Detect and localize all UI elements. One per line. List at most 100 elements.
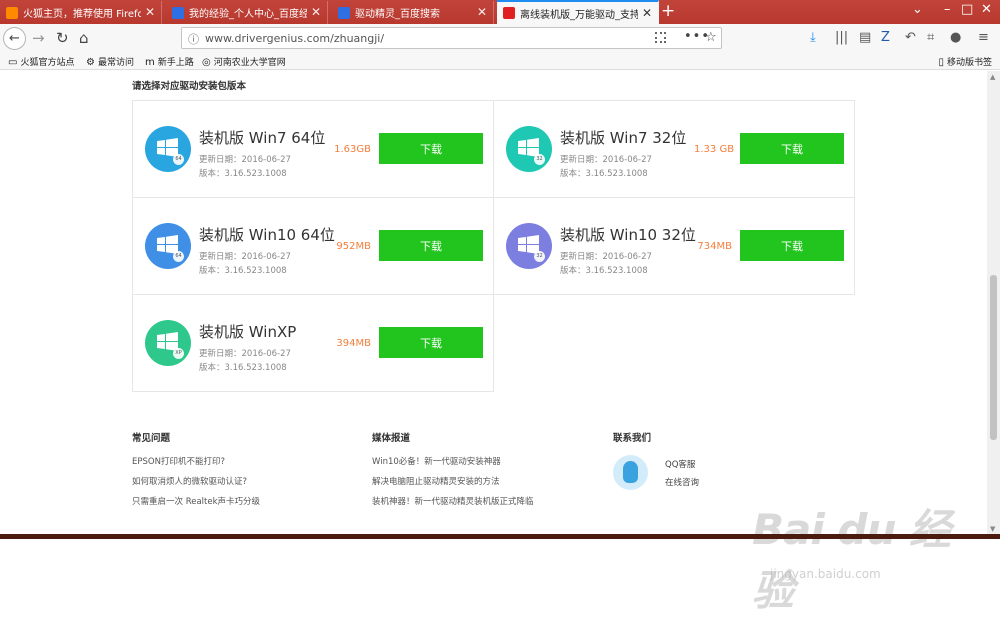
download-button[interactable]: 下载 [379, 327, 483, 358]
m-logo-icon: m [145, 57, 155, 68]
file-size: 734MB [697, 241, 732, 252]
version-text: 版本：3.16.523.1008 [560, 169, 648, 179]
page-content: 请选择对应驱动安装包版本 64 装机版 Win7 64位 更新日期：2016-0… [0, 71, 987, 615]
address-bar[interactable]: ⓘ www.drivergenius.com/zhuangji/ ••• ☆ [181, 27, 722, 49]
version-badge: XP [173, 348, 184, 359]
driver-card: 32 装机版 Win7 32位 更新日期：2016-06-27 版本：3.16.… [493, 100, 855, 198]
drivergenius-icon [503, 7, 515, 19]
bookmark-label: 火狐官方站点 [20, 58, 75, 68]
tab-bar: 火狐主页，推荐使用 Firefox ✕ 我的经验_个人中心_百度经验 ✕ 驱动精… [0, 0, 1000, 24]
close-tab-icon[interactable]: ✕ [477, 5, 487, 19]
bookmark-item[interactable]: ⚙ 最常访问 [86, 55, 134, 68]
footer-heading: 媒体报道 [372, 433, 411, 444]
footer-link[interactable]: Win10必备！新一代驱动安装神器 [372, 455, 534, 467]
reload-button[interactable]: ↻ [56, 29, 69, 47]
version-text: 版本：3.16.523.1008 [199, 266, 287, 276]
footer-link[interactable]: 如何取消烦人的微软驱动认证? [132, 475, 260, 487]
close-window-icon[interactable]: ✕ [981, 2, 992, 17]
chat-icon[interactable]: ● [950, 30, 961, 45]
update-date: 更新日期：2016-06-27 [560, 252, 652, 262]
close-tab-icon[interactable]: ✕ [642, 6, 652, 20]
download-button[interactable]: 下载 [379, 230, 483, 261]
tab-title: 火狐主页，推荐使用 Firefox [23, 9, 141, 20]
download-icon[interactable]: ⤓ [810, 30, 816, 45]
driver-card: 64 装机版 Win10 64位 更新日期：2016-06-27 版本：3.16… [132, 197, 494, 295]
tab-drivergenius[interactable]: 离线装机版_万能驱动_支持系统 ✕ [497, 0, 659, 24]
bookmark-item[interactable]: m 新手上路 [145, 55, 194, 68]
footer-link[interactable]: 只需重启一次 Realtek声卡巧分级 [132, 495, 260, 507]
version-text: 版本：3.16.523.1008 [199, 169, 287, 179]
bookmark-label: 河南农业大学官网 [213, 58, 286, 68]
footer-media: 媒体报道 Win10必备！新一代驱动安装神器 解决电脑阻止驱动精灵安装的方法 装… [372, 430, 534, 515]
close-tab-icon[interactable]: ✕ [145, 5, 155, 19]
qq-support-link[interactable]: QQ客服 [665, 458, 695, 470]
undo-icon[interactable]: ↶ [905, 30, 916, 45]
taskbar [0, 534, 1000, 539]
new-tab-button[interactable]: + [661, 1, 675, 21]
update-date: 更新日期：2016-06-27 [199, 155, 291, 165]
maximize-icon[interactable]: □ [961, 2, 973, 17]
back-button[interactable]: ← [3, 27, 26, 50]
driver-card: 64 装机版 Win7 64位 更新日期：2016-06-27 版本：3.16.… [132, 100, 494, 198]
vertical-scrollbar[interactable]: ▲ ▼ [987, 71, 1000, 539]
driver-name: 装机版 WinXP [199, 323, 297, 341]
version-text: 版本：3.16.523.1008 [199, 363, 287, 373]
download-button[interactable]: 下载 [740, 133, 844, 164]
scroll-up-icon[interactable]: ▲ [990, 73, 995, 81]
baidu-watermark: Bai du 经验 [752, 505, 951, 615]
bookmarks-toolbar: ▭ 火狐官方站点 ⚙ 最常访问 m 新手上路 ◎ 河南农业大学官网 ▯ 移动版书签 [0, 53, 1000, 70]
windows-logo-icon: 32 [506, 223, 552, 269]
tab-title: 我的经验_个人中心_百度经验 [189, 9, 307, 20]
version-badge: 32 [534, 154, 545, 165]
forward-button[interactable]: → [32, 29, 45, 47]
minimize-icon[interactable]: – [944, 2, 951, 17]
windows-logo-icon: 32 [506, 126, 552, 172]
section-title: 请选择对应驱动安装包版本 [132, 81, 247, 92]
driver-name: 装机版 Win7 32位 [560, 129, 687, 147]
tab-baidu-jingyan[interactable]: 我的经验_个人中心_百度经验 ✕ [166, 1, 328, 24]
download-button[interactable]: 下载 [379, 133, 483, 164]
baidu-watermark-url: jingyan.baidu.com [770, 567, 881, 581]
globe-icon: ◎ [202, 57, 211, 68]
update-date: 更新日期：2016-06-27 [560, 155, 652, 165]
online-consult-link[interactable]: 在线咨询 [665, 476, 699, 488]
qq-icon[interactable] [613, 455, 648, 490]
close-tab-icon[interactable]: ✕ [311, 5, 321, 19]
gear-icon: ⚙ [86, 57, 95, 68]
qr-code-icon[interactable] [655, 32, 666, 43]
footer-heading: 联系我们 [613, 433, 652, 444]
scroll-down-icon[interactable]: ▼ [990, 525, 995, 533]
menu-icon[interactable]: ≡ [978, 30, 989, 45]
library-icon[interactable]: ||| [835, 30, 848, 45]
screenshot-icon[interactable]: ⌗ [927, 30, 934, 45]
info-icon[interactable]: ⓘ [188, 31, 199, 47]
sidebar-icon[interactable]: ▤ [859, 30, 871, 45]
tab-firefox-home[interactable]: 火狐主页，推荐使用 Firefox ✕ [0, 1, 162, 24]
url-text[interactable]: www.drivergenius.com/zhuangji/ [205, 32, 384, 45]
version-text: 版本：3.16.523.1008 [560, 266, 648, 276]
footer-link[interactable]: EPSON打印机不能打印? [132, 455, 260, 467]
version-badge: 64 [173, 251, 184, 262]
footer-contact: 联系我们 [613, 430, 651, 455]
extension-icon[interactable]: Z [881, 30, 890, 45]
bookmark-item[interactable]: ▭ 火狐官方站点 [8, 55, 74, 68]
file-size: 952MB [336, 241, 371, 252]
bookmark-item[interactable]: ◎ 河南农业大学官网 [202, 55, 286, 68]
home-button[interactable]: ⌂ [79, 29, 89, 47]
bookmark-label: 最常访问 [97, 58, 134, 68]
baidu-icon [172, 6, 184, 19]
version-badge: 64 [173, 154, 184, 165]
navigation-toolbar: ← → ↻ ⌂ ⓘ www.drivergenius.com/zhuangji/… [0, 24, 1000, 53]
driver-name: 装机版 Win7 64位 [199, 129, 326, 147]
footer-link[interactable]: 解决电脑阻止驱动精灵安装的方法 [372, 475, 534, 487]
chevron-down-icon[interactable]: ⌄ [912, 2, 923, 17]
mobile-bookmarks[interactable]: ▯ 移动版书签 [938, 55, 992, 68]
driver-card: 32 装机版 Win10 32位 更新日期：2016-06-27 版本：3.16… [493, 197, 855, 295]
footer-link[interactable]: 装机神器！新一代驱动精灵装机版正式降临 [372, 495, 534, 507]
download-button[interactable]: 下载 [740, 230, 844, 261]
file-size: 1.33 GB [694, 144, 735, 155]
update-date: 更新日期：2016-06-27 [199, 252, 291, 262]
bookmark-star-icon[interactable]: ☆ [705, 30, 717, 45]
tab-baidu-search[interactable]: 驱动精灵_百度搜索 ✕ [332, 1, 494, 24]
scrollbar-thumb[interactable] [990, 275, 997, 440]
